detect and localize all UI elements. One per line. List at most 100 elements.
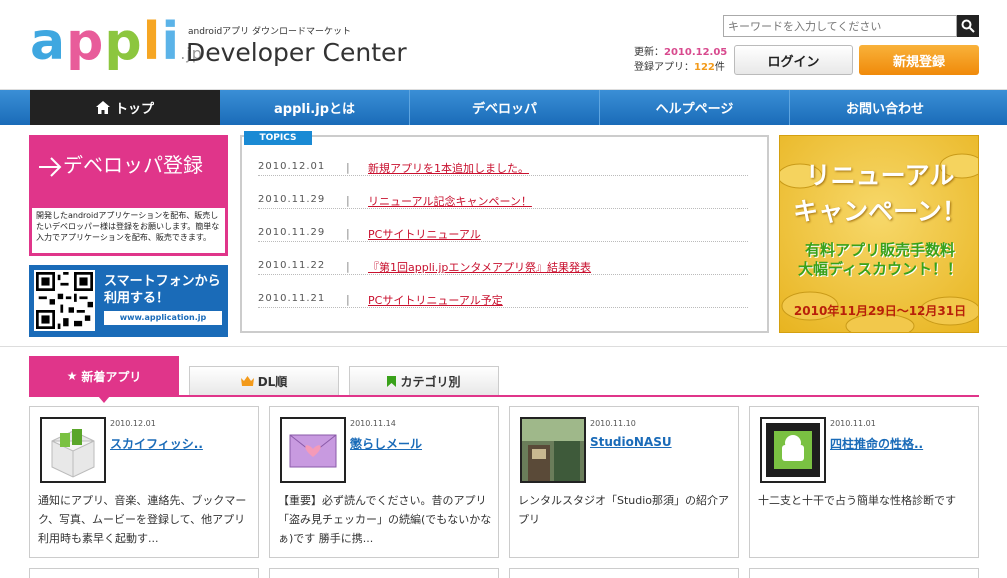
app-title-link[interactable]: StudioNASU [590, 435, 672, 449]
app-card[interactable]: 2010.11.14 懲らしメール 【重要】必ず読んでください。昔のアプリ「盗み… [269, 406, 499, 558]
topic-item: 2010.11.29 | PCサイトリニューアル [258, 209, 748, 242]
topic-link[interactable]: 『第1回appli.jpエンタメアプリ祭』結果発表 [368, 259, 591, 275]
logo-letter-l: l [142, 12, 162, 72]
search-icon [961, 19, 975, 33]
tab-underline [29, 395, 979, 397]
logo-letter-p2: p [104, 12, 143, 72]
section-divider [0, 346, 1007, 347]
app-card[interactable]: 2010.11.01 四柱推命の性格.. 十二支と十干で占う簡単な性格診断です [749, 406, 979, 558]
app-date: 2010.12.01 [110, 419, 156, 428]
campaign-banner[interactable]: リニューアル キャンペーン！ 有料アプリ販売手数料 大幅ディスカウント！！ 20… [779, 135, 979, 333]
topic-link[interactable]: PCサイトリニューアル予定 [368, 292, 503, 308]
topic-link[interactable]: 新規アプリを1本追加しました。 [368, 160, 529, 176]
appli-logo[interactable]: appli.jp [30, 14, 203, 82]
nav-item-top[interactable]: トップ [30, 90, 220, 125]
topic-separator: | [346, 260, 350, 273]
app-thumbnail [760, 417, 826, 483]
app-date: 2010.11.14 [350, 419, 396, 428]
site-meta: 更新：2010.12.05 登録アプリ：122件 [634, 45, 727, 75]
dev-banner-title: デベロッパ登録 [37, 149, 203, 178]
app-card[interactable]: 2010.12.01 スカイフィッシ.. 通知にアプリ、音楽、連絡先、ブックマー… [29, 406, 259, 558]
topic-separator: | [346, 293, 350, 306]
tab-category[interactable]: カテゴリ別 [349, 366, 499, 396]
app-title-link[interactable]: スカイフィッシ.. [110, 435, 203, 452]
smartphone-banner[interactable]: スマートフォンから 利用する！ www.application.jp [29, 265, 228, 337]
app-card-next-row [509, 568, 739, 578]
topic-separator: | [346, 194, 350, 207]
arrow-right-icon [39, 156, 62, 177]
app-thumbnail [520, 417, 586, 483]
topic-item: 2010.11.29 | リニューアル記念キャンペーン！ [258, 176, 748, 209]
main-nav: トップ appli.jpとは デベロッパ ヘルプページ お問い合わせ [0, 90, 1007, 125]
topic-link[interactable]: PCサイトリニューアル [368, 226, 481, 242]
campaign-period: 2010年11月29日～12月31日 [793, 304, 967, 318]
dev-banner-title-text: デベロッパ登録 [63, 153, 203, 177]
qr-code-icon [34, 270, 95, 331]
topic-date: 2010.11.21 [258, 293, 326, 304]
campaign-line3: 有料アプリ販売手数料 [804, 241, 955, 259]
app-card-next-row [29, 568, 259, 578]
sp-banner-title: スマートフォンから 利用する！ [104, 273, 221, 307]
nav-item-about[interactable]: appli.jpとは [220, 90, 410, 125]
logo-letter-a: a [30, 12, 67, 72]
sp-banner-line2: 利用する！ [104, 291, 170, 306]
nav-item-contact[interactable]: お問い合わせ [790, 90, 980, 125]
topic-date: 2010.11.29 [258, 194, 326, 205]
apps-label: 登録アプリ： [634, 62, 694, 73]
nav-item-developer[interactable]: デベロッパ [410, 90, 600, 125]
search-input[interactable] [723, 15, 957, 37]
app-thumbnail [280, 417, 346, 483]
dev-banner-desc: 開発したandroidアプリケーションを配布、販売したいデベロッパー様は登録をお… [32, 208, 225, 253]
updated-value: 2010.12.05 [664, 47, 728, 58]
topic-item: 2010.12.01 | 新規アプリを1本追加しました。 [258, 143, 748, 176]
tab-downloads[interactable]: DL順 [189, 366, 339, 396]
sp-banner-url: www.application.jp [104, 311, 222, 325]
app-card-next-row [269, 568, 499, 578]
home-icon [95, 101, 110, 114]
topic-link[interactable]: リニューアル記念キャンペーン！ [368, 193, 532, 209]
app-desc: 通知にアプリ、音楽、連絡先、ブックマーク、写真、ムービーを登録して、他アプリ利用… [38, 494, 247, 545]
tab-pointer-icon [98, 396, 110, 403]
developer-register-banner[interactable]: デベロッパ登録 開発したandroidアプリケーションを配布、販売したいデベロッ… [29, 135, 228, 256]
nav-item-help[interactable]: ヘルプページ [600, 90, 790, 125]
campaign-line2: キャンペーン！ [793, 197, 967, 226]
star-icon: ★ [66, 369, 78, 383]
app-title-link[interactable]: 四柱推命の性格.. [830, 435, 923, 452]
app-thumbnail [40, 417, 106, 483]
app-title-link[interactable]: 懲らしメール [350, 435, 422, 452]
header: appli.jp androidアプリ ダウンロードマーケット Develope… [0, 0, 1007, 90]
tab-new-apps[interactable]: ★ 新着アプリ [29, 356, 179, 396]
app-date: 2010.11.01 [830, 419, 876, 428]
topic-item: 2010.11.22 | 『第1回appli.jpエンタメアプリ祭』結果発表 [258, 242, 748, 275]
tab-label: 新着アプリ [81, 369, 142, 384]
campaign-line4: 大幅ディスカウント！！ [798, 260, 962, 278]
topic-separator: | [346, 227, 350, 240]
bookmark-icon [387, 375, 397, 387]
sp-banner-line1: スマートフォンから [104, 274, 221, 289]
app-desc: 十二支と十干で占う簡単な性格診断です [758, 494, 956, 507]
app-card-next-row [749, 568, 979, 578]
logo-letter-i: i [161, 12, 181, 72]
signup-button[interactable]: 新規登録 [859, 45, 979, 75]
tab-label: カテゴリ別 [400, 374, 461, 389]
app-date: 2010.11.10 [590, 419, 636, 428]
campaign-line1: リニューアル [805, 161, 955, 190]
topic-date: 2010.12.01 [258, 161, 326, 172]
tab-label: DL順 [257, 374, 288, 389]
crown-icon [240, 376, 254, 386]
app-desc: レンタルスタジオ「Studio那須」の紹介アプリ [518, 494, 730, 526]
nav-label: トップ [114, 102, 154, 117]
topic-separator: | [346, 161, 350, 174]
apps-unit: 件 [714, 62, 725, 73]
login-button[interactable]: ログイン [734, 45, 853, 75]
topic-date: 2010.11.29 [258, 227, 326, 238]
app-card[interactable]: 2010.11.10 StudioNASU レンタルスタジオ「Studio那須」… [509, 406, 739, 558]
tagline: androidアプリ ダウンロードマーケット [188, 27, 352, 37]
logo-letter-p1: p [66, 12, 105, 72]
topic-item: 2010.11.21 | PCサイトリニューアル予定 [258, 275, 748, 308]
developer-center-title: Developer Center [186, 38, 407, 67]
search-button[interactable] [957, 15, 979, 37]
topic-date: 2010.11.22 [258, 260, 326, 271]
apps-count: 122 [694, 62, 715, 73]
app-desc: 【重要】必ず読んでください。昔のアプリ「盗み見チェッカー」の続編(でもないかなぁ… [278, 494, 492, 545]
